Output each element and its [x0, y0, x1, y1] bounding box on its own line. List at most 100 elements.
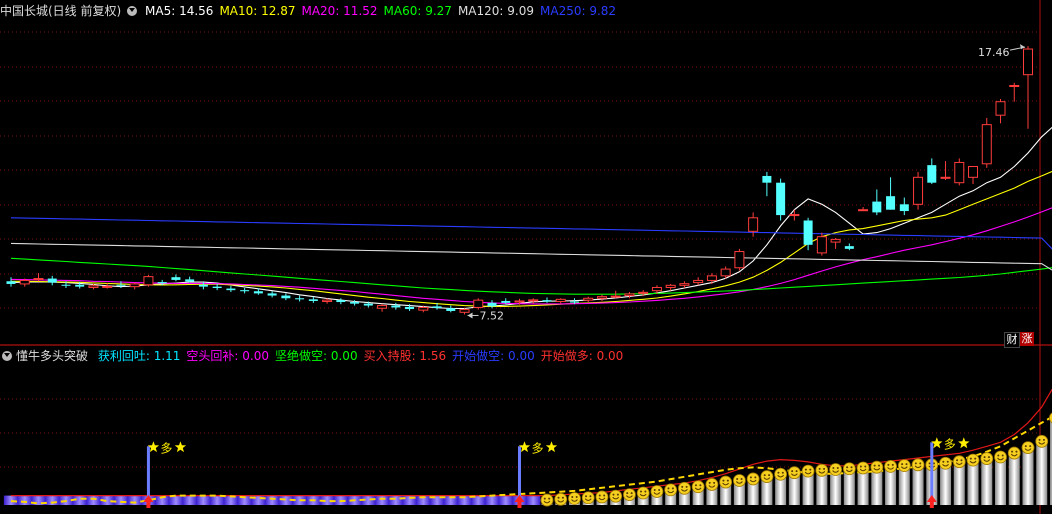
smiley-face: [664, 483, 678, 497]
star-icon: [174, 441, 187, 453]
indicator-legend-item-5: 开始做多: 0.00: [540, 349, 624, 363]
smiley-icon: [623, 488, 636, 502]
ma-legend-item-1: MA10: 12.87: [219, 4, 296, 18]
smiley-face: [623, 488, 636, 502]
smiley-icon: [568, 492, 581, 505]
smiley-eye: [749, 476, 752, 479]
smiley-icon: [1035, 434, 1049, 448]
indicator-legend-item-3: 买入持股: 1.56: [363, 349, 447, 363]
candle: [583, 296, 594, 303]
candle-body: [267, 293, 277, 296]
candle-body: [75, 284, 85, 287]
indicator-legend-item-2: 坚绝做空: 0.00: [275, 349, 358, 363]
signal-label: 多: [944, 437, 956, 451]
indicator-bar: [17, 495, 32, 505]
indicator-bar: [210, 495, 225, 505]
candle: [542, 297, 552, 303]
smiley-face: [691, 480, 705, 494]
candle: [459, 308, 470, 315]
indicator-legend-item-0: 获利回吐: 1.11: [97, 349, 181, 363]
indicator-bar: [484, 495, 500, 505]
candle-body: [693, 279, 704, 284]
smiley-icon: [678, 481, 691, 495]
smiley-face: [774, 467, 788, 481]
candle: [734, 248, 745, 271]
indicator-bar: [86, 495, 101, 505]
indicator-legend-item-1: 空头回补: 0.00: [186, 349, 269, 363]
candle: [844, 243, 854, 251]
smiley-face: [568, 492, 581, 505]
candle-body: [940, 176, 951, 179]
indicator-bar: [981, 459, 993, 505]
candle-body: [638, 291, 649, 294]
smiley-eye: [1001, 454, 1004, 457]
candle-body: [501, 300, 511, 303]
candle-body: [459, 309, 470, 313]
smiley-icon: [884, 459, 897, 473]
candle-body: [665, 284, 676, 288]
ma-line-ma10: [11, 170, 1052, 307]
smiley-icon: [636, 486, 650, 500]
smiley-face: [650, 485, 664, 498]
high-price-label: 17.46: [978, 46, 1010, 59]
stock-title[interactable]: 中国长城(日线 前复权): [0, 4, 121, 18]
candle: [377, 303, 388, 312]
smiley-icon: [980, 452, 994, 465]
candle: [596, 294, 607, 301]
candle: [33, 273, 44, 282]
smiley-eye: [974, 457, 977, 460]
candle-body: [844, 246, 854, 249]
candle-body: [748, 217, 759, 232]
ma-legend: MA5: 14.56 MA10: 12.87 MA20: 11.52 MA60: 9.…: [145, 4, 622, 18]
candle-body: [240, 290, 250, 292]
smiley-icon: [994, 450, 1007, 464]
smiley-icon: [939, 456, 952, 470]
smiley-eye: [960, 459, 963, 462]
candle-body: [651, 286, 662, 292]
finance-badge[interactable]: 财: [1004, 332, 1020, 348]
candle: [446, 305, 456, 313]
smiley-eye: [671, 487, 674, 490]
candle-body: [157, 282, 167, 284]
candle-body: [734, 251, 745, 269]
smiley-face: [732, 474, 746, 487]
ma-line-ma250: [10, 217, 1052, 250]
candle-body: [391, 305, 401, 308]
candle-body: [198, 284, 208, 287]
indicator-bar: [995, 458, 1007, 505]
smiley-eye: [809, 468, 812, 471]
rise-badge[interactable]: 涨: [1020, 332, 1034, 346]
smiley-icon: [1021, 441, 1035, 455]
indicator-title[interactable]: 懂牛多头突破: [16, 349, 88, 363]
smiley-eye: [699, 484, 702, 487]
smiley-face: [787, 466, 801, 480]
smiley-eye: [557, 496, 560, 499]
smiley-eye: [754, 476, 757, 479]
candle-body: [88, 285, 99, 288]
indicator-bar: [857, 468, 869, 505]
dropdown-icon[interactable]: [2, 351, 12, 361]
candle: [706, 273, 717, 284]
candle-body: [706, 275, 717, 281]
candle: [776, 178, 786, 221]
candle-body: [212, 286, 222, 288]
smiley-eye: [612, 493, 615, 496]
smiley-eye: [969, 457, 972, 460]
candle-body: [872, 201, 882, 213]
smiley-eye: [1038, 438, 1041, 441]
candle-body: [514, 300, 525, 303]
smiley-eye: [804, 468, 807, 471]
candle-body: [569, 301, 579, 303]
smiley-eye: [768, 474, 771, 477]
dropdown-icon[interactable]: [127, 6, 138, 16]
smiley-eye: [736, 478, 739, 480]
candle-body: [116, 284, 126, 286]
smiley-eye: [946, 460, 949, 463]
smiley-face: [884, 459, 897, 473]
smiley-eye: [653, 488, 656, 491]
candle-body: [583, 297, 594, 301]
candle: [226, 285, 236, 293]
signal-label: 多: [532, 441, 544, 455]
candle: [872, 189, 882, 216]
grid-lines: [0, 0, 1052, 514]
